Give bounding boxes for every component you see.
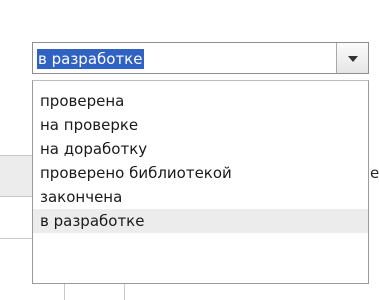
dropdown-option[interactable]: закончена	[33, 185, 368, 209]
background-partial-text: е	[370, 164, 379, 182]
dropdown-option[interactable]: проверено библиотекой	[33, 161, 368, 185]
chevron-down-icon	[348, 56, 358, 62]
status-combobox[interactable]: в разработке	[32, 42, 369, 74]
dropdown-option[interactable]: проверена	[33, 89, 368, 113]
dropdown-list: проверена на проверке на доработку прове…	[32, 80, 369, 284]
combobox-selected-value[interactable]: в разработке	[37, 49, 145, 69]
background-grid-line	[0, 238, 32, 239]
background-grid-line	[0, 196, 32, 197]
background-grid-line	[124, 284, 125, 300]
background-grid-line	[64, 284, 65, 300]
dropdown-option-selected[interactable]: в разработке	[33, 209, 368, 233]
dropdown-toggle-button[interactable]	[336, 43, 368, 73]
background-header-band	[0, 155, 32, 196]
dropdown-option[interactable]: на проверке	[33, 113, 368, 137]
background-grid-line	[0, 155, 32, 156]
dropdown-option[interactable]: на доработку	[33, 137, 368, 161]
